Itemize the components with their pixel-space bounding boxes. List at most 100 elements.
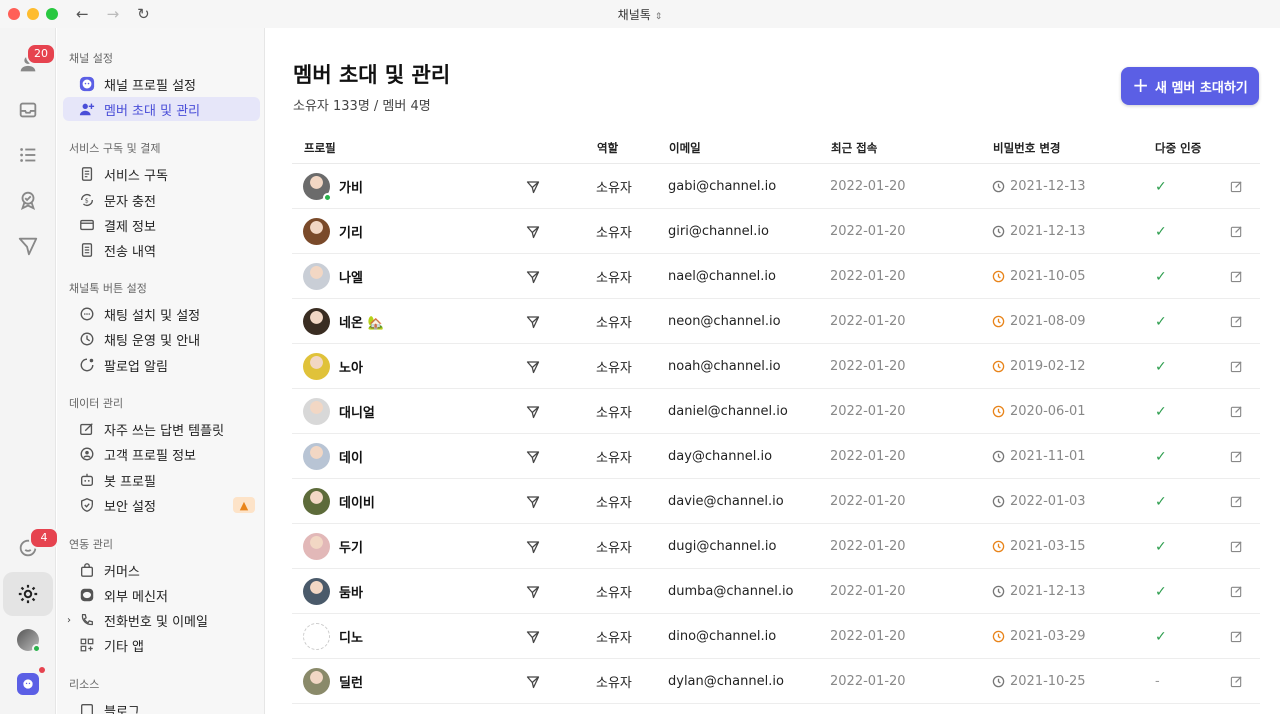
avatar[interactable] [303, 308, 330, 335]
chevron-right-icon[interactable]: › [67, 615, 71, 626]
table-row[interactable]: 데이비 소유자 davie@channel.io 2022-01-20 2022-01-… [292, 479, 1260, 524]
chevron-updown-icon[interactable]: ⇕ [655, 12, 663, 22]
member-role[interactable]: 소유자 [596, 479, 632, 524]
sidebar-item-customer-profile[interactable]: 고객 프로필 정보 [63, 442, 260, 466]
edit-icon[interactable] [1230, 659, 1243, 704]
table-row[interactable]: 두기 소유자 dugi@channel.io 2022-01-20 2021-03-15… [292, 524, 1260, 569]
rail-profile[interactable] [0, 620, 56, 660]
rail-chat[interactable]: 4 [0, 527, 59, 568]
send-message-icon[interactable] [526, 299, 540, 344]
rail-list[interactable] [0, 135, 56, 175]
sidebar-item-sms-charge[interactable]: $ 문자 충전 [63, 188, 260, 212]
column-header-mfa[interactable]: 다중 인증 [1155, 140, 1201, 156]
avatar[interactable] [303, 668, 330, 695]
table-row[interactable]: 노아 소유자 noah@channel.io 2022-01-20 2019-02-12… [292, 344, 1260, 389]
member-role[interactable]: 소유자 [596, 569, 632, 614]
avatar[interactable] [303, 353, 330, 380]
send-message-icon[interactable] [526, 389, 540, 434]
avatar[interactable] [303, 578, 330, 605]
sidebar-item-send-history[interactable]: 전송 내역 [63, 238, 260, 262]
send-message-icon[interactable] [526, 344, 540, 389]
rail-campaign[interactable] [0, 226, 56, 266]
edit-icon[interactable] [1230, 479, 1243, 524]
member-role[interactable]: 소유자 [596, 659, 632, 704]
table-row[interactable]: 대니얼 소유자 daniel@channel.io 2022-01-20 2020-06… [292, 389, 1260, 434]
sidebar-item-followup[interactable]: 팔로업 알림 [63, 353, 260, 377]
edit-icon[interactable] [1230, 254, 1243, 299]
send-message-icon[interactable] [526, 209, 540, 254]
sidebar-item-billing[interactable]: 결제 정보 [63, 213, 260, 237]
send-message-icon[interactable] [526, 659, 540, 704]
sidebar-item-external-messenger[interactable]: 외부 메신저 [63, 583, 260, 607]
column-header-password-change[interactable]: 비밀번호 변경 [993, 140, 1060, 156]
avatar[interactable] [303, 443, 330, 470]
column-header-email[interactable]: 이메일 [669, 140, 701, 156]
edit-icon[interactable] [1230, 299, 1243, 344]
table-row[interactable]: 둠바 소유자 dumba@channel.io 2022-01-20 2021-12-1… [292, 569, 1260, 614]
member-role[interactable]: 소유자 [596, 434, 632, 479]
avatar[interactable] [303, 623, 330, 650]
edit-icon[interactable] [1230, 569, 1243, 614]
reload-icon[interactable]: ↻ [137, 5, 150, 23]
send-message-icon[interactable] [526, 479, 540, 524]
avatar[interactable] [303, 218, 330, 245]
column-header-role[interactable]: 역할 [597, 140, 618, 156]
sidebar-item-chat-install[interactable]: 채팅 설치 및 설정 [63, 302, 260, 326]
avatar[interactable] [303, 533, 330, 560]
rail-members[interactable]: 20 [0, 43, 56, 84]
avatar[interactable] [303, 488, 330, 515]
invite-member-button[interactable]: + 새 멤버 초대하기 [1121, 67, 1259, 105]
sidebar-item-channel-profile[interactable]: 채널 프로필 설정 [63, 72, 260, 96]
sidebar-item-security[interactable]: 보안 설정 ▲ [63, 493, 260, 517]
table-row[interactable]: 디노 소유자 dino@channel.io 2022-01-20 2021-03-29… [292, 614, 1260, 659]
member-role[interactable]: 소유자 [596, 344, 632, 389]
member-role[interactable]: 소유자 [596, 209, 632, 254]
edit-icon[interactable] [1230, 389, 1243, 434]
rail-badge-check[interactable] [0, 180, 56, 220]
send-message-icon[interactable] [526, 164, 540, 209]
table-row[interactable]: 딜런 소유자 dylan@channel.io 2022-01-20 2021-10-2… [292, 659, 1260, 704]
forward-arrow-icon[interactable]: → [107, 5, 120, 23]
edit-icon[interactable] [1230, 434, 1243, 479]
sidebar-item-subscription[interactable]: 서비스 구독 [63, 162, 260, 186]
send-message-icon[interactable] [526, 614, 540, 659]
back-arrow-icon[interactable]: ← [76, 5, 89, 23]
sidebar-item-chat-operation[interactable]: 채팅 운영 및 안내 [63, 327, 260, 351]
send-message-icon[interactable] [526, 254, 540, 299]
send-message-icon[interactable] [526, 434, 540, 479]
sidebar-item-templates[interactable]: 자주 쓰는 답변 템플릿 [63, 417, 260, 441]
member-role[interactable]: 소유자 [596, 524, 632, 569]
member-role[interactable]: 소유자 [596, 614, 632, 659]
table-row[interactable]: 기리 소유자 giri@channel.io 2022-01-20 2021-12-13… [292, 209, 1260, 254]
member-role[interactable]: 소유자 [596, 254, 632, 299]
rail-inbox[interactable] [0, 90, 56, 130]
member-role[interactable]: 소유자 [596, 389, 632, 434]
window-title[interactable]: 채널톡 [618, 8, 651, 22]
minimize-window-button[interactable] [27, 8, 39, 20]
avatar[interactable] [303, 173, 332, 202]
table-row[interactable]: 데이 소유자 day@channel.io 2022-01-20 2021-11-01 ✓ [292, 434, 1260, 479]
rail-settings[interactable] [3, 572, 53, 616]
send-message-icon[interactable] [526, 569, 540, 614]
edit-icon[interactable] [1230, 164, 1243, 209]
sidebar-item-other-apps[interactable]: 기타 앱 [63, 633, 260, 657]
table-row[interactable]: 네온 🏡 소유자 neon@channel.io 2022-01-20 2021-08-… [292, 299, 1260, 344]
send-message-icon[interactable] [526, 524, 540, 569]
avatar[interactable] [303, 398, 330, 425]
column-header-last-access[interactable]: 최근 접속 [831, 140, 877, 156]
column-header-profile[interactable]: 프로필 [304, 140, 336, 156]
member-role[interactable]: 소유자 [596, 164, 632, 209]
edit-icon[interactable] [1230, 524, 1243, 569]
edit-icon[interactable] [1230, 344, 1243, 389]
member-role[interactable]: 소유자 [596, 299, 632, 344]
zoom-window-button[interactable] [46, 8, 58, 20]
rail-channel-bot[interactable] [0, 664, 56, 704]
sidebar-item-commerce[interactable]: 커머스 [63, 558, 260, 582]
sidebar-item-blog[interactable]: 블로그 [63, 698, 260, 714]
sidebar-item-phone-email[interactable]: › 전화번호 및 이메일 [63, 608, 260, 632]
table-row[interactable]: 나엘 소유자 nael@channel.io 2022-01-20 2021-10-05… [292, 254, 1260, 299]
edit-icon[interactable] [1230, 209, 1243, 254]
sidebar-item-members[interactable]: 멤버 초대 및 관리 [63, 97, 260, 121]
avatar[interactable] [303, 263, 330, 290]
close-window-button[interactable] [8, 8, 20, 20]
